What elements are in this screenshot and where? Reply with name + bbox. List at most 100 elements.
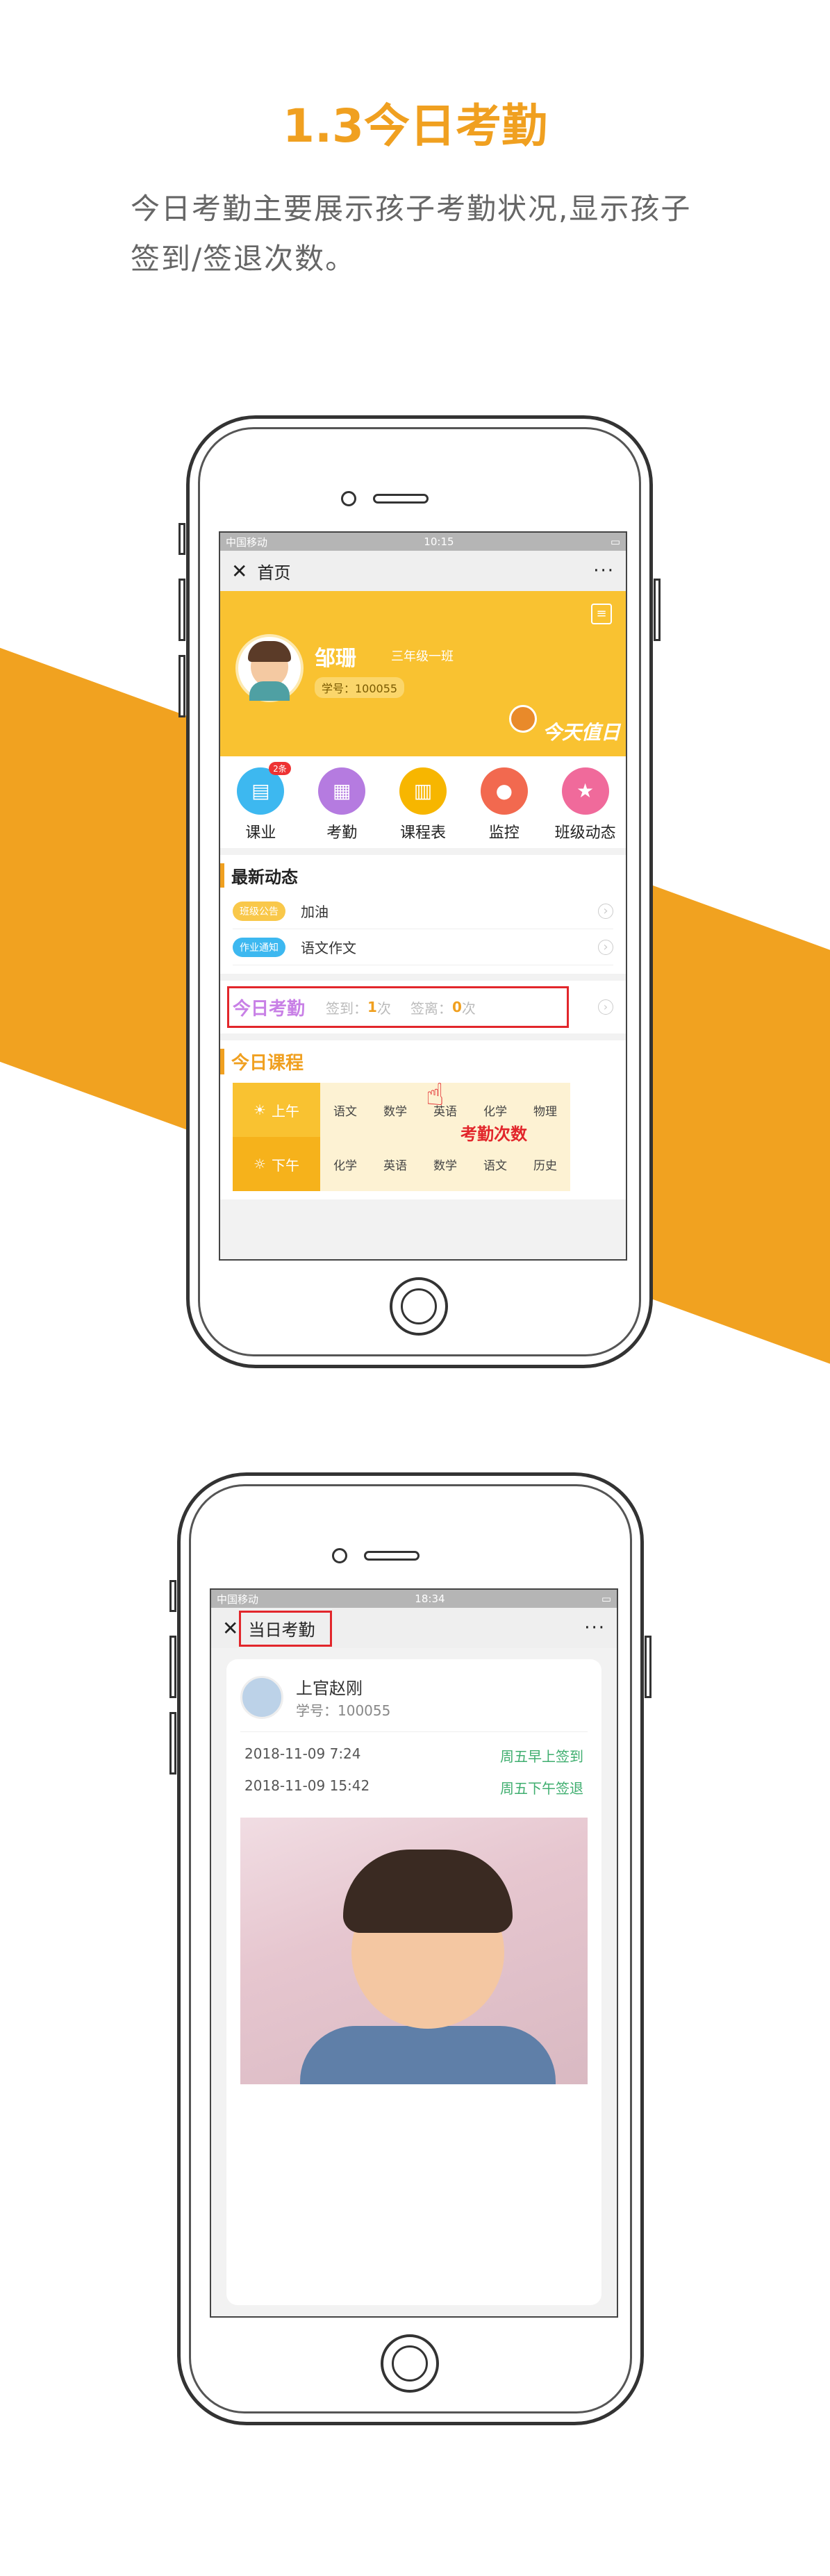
student-id-badge: 学号：100055 [315, 677, 405, 698]
description-line-1: 今日考勤主要展示孩子考勤状况,显示孩子 [131, 192, 692, 226]
feature-circle-icon: ▦ [318, 767, 366, 815]
more-menu-icon[interactable]: ··· [593, 560, 615, 581]
feature-label: 课业 [245, 824, 276, 842]
course-cell: 数学 [370, 1083, 420, 1137]
attendance-record: 2018-11-09 7:24 周五早上签到 [244, 1745, 583, 1765]
phone-frame-2: 中国移动 18:34 ▭ ✕ 当日考勤 ··· 上官赵刚 学号：100055 2… [169, 1472, 651, 2425]
course-cell: 语文 [470, 1137, 520, 1191]
feature-label: 班级动态 [554, 824, 616, 842]
feature-label: 监控 [488, 824, 520, 842]
highlight-box-attendance [227, 986, 569, 1028]
course-cell: 物理 [520, 1083, 570, 1137]
course-cell: 历史 [520, 1137, 570, 1191]
feature-circle-icon: ★ [561, 767, 609, 815]
attendance-detail-card: 上官赵刚 学号：100055 2018-11-09 7:24 周五早上签到 20… [226, 1659, 601, 2305]
battery-icon: ▭ [601, 1593, 611, 1605]
sun-icon: ☼ [254, 1156, 266, 1172]
phone-screen-1: 中国移动 10:15 ▭ ✕ 首页 ··· ≡ 邹珊 三年级一班 学号：1000… [219, 531, 627, 1261]
front-camera [341, 491, 356, 506]
attendance-row[interactable]: 今日考勤 签到： 1 次 签离： 0 次 › [220, 981, 626, 1033]
feature-icon-0[interactable]: ▤ 2条 课业 [220, 762, 301, 842]
course-table: ☀ 上午 语文 数学 英语 化学 物理 ☼ 下午 化学 英语 数学 语文 历史 [233, 1083, 613, 1191]
running-figure-icon [509, 705, 537, 733]
chevron-right-icon: › [598, 999, 613, 1015]
side-button [179, 579, 185, 641]
news-item[interactable]: 班级公告 加油 › [233, 893, 613, 929]
side-button [169, 1636, 176, 1698]
hand-pointer-icon: ☝ [426, 1077, 445, 1113]
feature-label: 考勤 [326, 824, 358, 842]
highlight-box-title [239, 1611, 332, 1647]
course-cell: 化学 [320, 1137, 370, 1191]
news-item[interactable]: 作业通知 语文作文 › [233, 929, 613, 965]
feature-label: 课程表 [399, 824, 446, 842]
side-button [645, 1636, 651, 1698]
news-list: 班级公告 加油 › 作业通知 语文作文 › [233, 893, 613, 965]
close-icon[interactable]: ✕ [222, 1617, 238, 1640]
attendance-record: 2018-11-09 15:42 周五下午签退 [244, 1777, 583, 1797]
status-time: 10:15 [424, 535, 454, 548]
record-time: 2018-11-09 15:42 [244, 1777, 370, 1794]
status-bar: 中国移动 10:15 ▭ [220, 533, 626, 551]
page-description: 今日考勤主要展示孩子考勤状况,显示孩子 签到/签退次数。 [131, 184, 728, 284]
news-section-title: 最新动态 [220, 863, 613, 888]
check-in-photo [240, 1818, 588, 2084]
course-section-title: 今日课程 [220, 1049, 613, 1074]
side-button [654, 579, 661, 641]
news-text: 加油 [301, 904, 329, 920]
chevron-right-icon: › [598, 939, 613, 955]
home-button[interactable] [381, 2334, 439, 2393]
side-button [169, 1580, 176, 1612]
earpiece-speaker [364, 1551, 420, 1561]
afternoon-label: ☼ 下午 [233, 1137, 320, 1191]
record-status: 周五下午签退 [500, 1780, 583, 1797]
news-tag: 作业通知 [233, 937, 285, 957]
close-icon[interactable]: ✕ [231, 560, 247, 583]
record-time: 2018-11-09 7:24 [244, 1745, 361, 1762]
news-text: 语文作文 [301, 940, 356, 956]
chevron-right-icon: › [598, 903, 613, 919]
home-button[interactable] [390, 1277, 448, 1336]
status-bar: 中国移动 18:34 ▭ [211, 1590, 617, 1608]
side-button [179, 523, 185, 555]
feature-circle-icon: ● [480, 767, 528, 815]
student-name: 邹珊 [315, 647, 356, 671]
morning-row: ☀ 上午 语文 数学 英语 化学 物理 [233, 1083, 613, 1137]
feature-circle-icon: ▥ [399, 767, 447, 815]
avatar [235, 634, 304, 702]
nav-bar: ✕ 当日考勤 ··· [211, 1608, 617, 1648]
afternoon-row: ☼ 下午 化学 英语 数学 语文 历史 [233, 1137, 613, 1191]
profile-header: ≡ 邹珊 三年级一班 学号：100055 今天值日 [220, 591, 626, 756]
record-status: 周五早上签到 [500, 1748, 583, 1765]
avatar [240, 1676, 283, 1719]
news-section: 最新动态 班级公告 加油 › 作业通知 语文作文 › [220, 855, 626, 974]
feature-icon-4[interactable]: ★ 班级动态 [545, 767, 626, 842]
news-tag: 班级公告 [233, 901, 285, 921]
hamburger-menu-icon[interactable]: ≡ [591, 604, 612, 624]
feature-icon-2[interactable]: ▥ 课程表 [383, 767, 464, 842]
course-cell: 数学 [420, 1137, 470, 1191]
sun-icon: ☀ [254, 1102, 266, 1118]
feature-icon-3[interactable]: ● 监控 [463, 767, 545, 842]
course-section: 今日课程 ☀ 上午 语文 数学 英语 化学 物理 ☼ 下午 化学 英语 数学 语文 历史 [220, 1040, 626, 1199]
nav-bar: ✕ 首页 ··· [220, 551, 626, 591]
student-id: 学号：100055 [296, 1702, 391, 1719]
divider [240, 1731, 588, 1732]
side-button [169, 1712, 176, 1775]
more-menu-icon[interactable]: ··· [584, 1618, 606, 1638]
page-title: 1.3今日考勤 [283, 99, 547, 153]
battery-icon: ▭ [610, 535, 620, 548]
phone-screen-2: 中国移动 18:34 ▭ ✕ 当日考勤 ··· 上官赵刚 学号：100055 2… [210, 1588, 618, 2318]
course-cell: 语文 [320, 1083, 370, 1137]
feature-icon-row: ▤ 2条 课业 ▦ 考勤 ▥ 课程表 ● 监控 ★ 班级动态 [220, 756, 626, 848]
morning-label: ☀ 上午 [233, 1083, 320, 1137]
side-button [179, 655, 185, 717]
attendance-count-note: 考勤次数 [460, 1124, 527, 1144]
feature-icon-1[interactable]: ▦ 考勤 [301, 767, 383, 842]
front-camera [332, 1548, 347, 1563]
nav-title: 首页 [257, 563, 291, 583]
carrier-label: 中国移动 [226, 535, 268, 549]
phone-frame-1: 中国移动 10:15 ▭ ✕ 首页 ··· ≡ 邹珊 三年级一班 学号：1000… [179, 415, 661, 1368]
count-badge: 2条 [269, 762, 291, 775]
earpiece-speaker [373, 494, 429, 504]
